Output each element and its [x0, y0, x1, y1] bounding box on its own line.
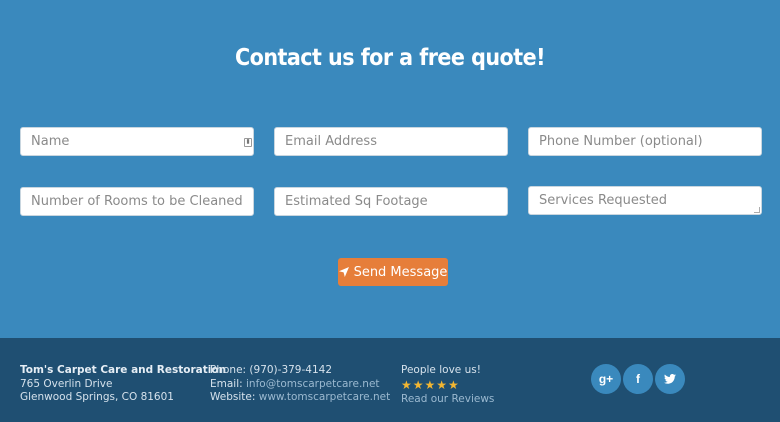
- contact-section: Contact us for a free quote! ▮ Send Mess…: [0, 0, 780, 338]
- email-link[interactable]: info@tomscarpetcare.net: [246, 378, 380, 390]
- website-line: Website: www.tomscarpetcare.net: [210, 391, 390, 405]
- company-info: Tom's Carpet Care and Restoration 765 Ov…: [20, 364, 226, 405]
- location-arrow-icon: [338, 267, 349, 277]
- name-input[interactable]: [20, 127, 254, 156]
- services-textarea[interactable]: [528, 186, 762, 215]
- facebook-icon[interactable]: f: [623, 364, 653, 394]
- facebook-glyph: f: [636, 372, 640, 386]
- email-input[interactable]: [274, 127, 508, 156]
- phone-number: (970)-379-4142: [249, 364, 332, 376]
- reviews-block: People love us! ★★★★★ Read our Reviews: [401, 364, 494, 406]
- send-message-button[interactable]: Send Message: [338, 258, 448, 286]
- google-plus-glyph: g+: [598, 372, 614, 386]
- twitter-icon[interactable]: [655, 364, 685, 394]
- phone-input[interactable]: [528, 127, 762, 156]
- footer: Tom's Carpet Care and Restoration 765 Ov…: [0, 338, 780, 422]
- contact-info: Phone: (970)-379-4142 Email: info@tomsca…: [210, 364, 390, 405]
- company-street: 765 Overlin Drive: [20, 377, 113, 390]
- phone-line: Phone: (970)-379-4142: [210, 364, 390, 378]
- send-message-label: Send Message: [353, 264, 448, 280]
- textarea-resize-handle[interactable]: [754, 207, 760, 213]
- email-label: Email:: [210, 377, 243, 390]
- company-name: Tom's Carpet Care and Restoration: [20, 364, 227, 376]
- reviews-heading: People love us!: [401, 364, 481, 376]
- email-line: Email: info@tomscarpetcare.net: [210, 378, 390, 392]
- contact-title: Contact us for a free quote!: [234, 45, 546, 71]
- rooms-input[interactable]: [20, 187, 254, 216]
- google-plus-icon[interactable]: g+: [591, 364, 621, 394]
- phone-label: Phone:: [210, 364, 247, 376]
- website-label: Website:: [210, 391, 256, 403]
- reviews-link[interactable]: Read our Reviews: [401, 393, 494, 405]
- company-city: Glenwood Springs, CO 81601: [20, 391, 174, 403]
- twitter-bird-icon: [664, 374, 676, 384]
- sqft-input[interactable]: [274, 187, 508, 216]
- autofill-contact-icon[interactable]: ▮: [244, 138, 252, 147]
- rating-stars-icon: ★★★★★: [401, 377, 460, 392]
- website-link[interactable]: www.tomscarpetcare.net: [259, 391, 390, 403]
